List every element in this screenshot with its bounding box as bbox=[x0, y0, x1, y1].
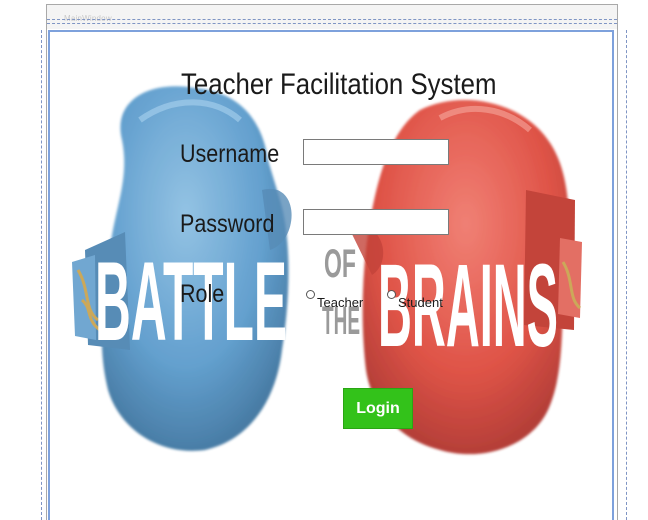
app-title: Teacher Facilitation System bbox=[181, 68, 497, 101]
username-input[interactable] bbox=[303, 139, 449, 165]
guide-line bbox=[626, 30, 627, 520]
teacher-option-label[interactable]: Teacher bbox=[317, 295, 363, 310]
login-button[interactable]: Login bbox=[343, 388, 413, 429]
title-bar bbox=[47, 5, 617, 29]
guide-line bbox=[47, 23, 617, 24]
role-label: Role bbox=[180, 280, 225, 308]
password-label: Password bbox=[180, 210, 275, 238]
guide-line bbox=[41, 30, 42, 520]
username-label: Username bbox=[180, 140, 280, 168]
designer-canvas: MainWindow BATTLE OF THE BRAINS Teacher … bbox=[0, 0, 648, 520]
client-area bbox=[48, 30, 614, 520]
guide-line bbox=[47, 19, 617, 20]
password-input[interactable] bbox=[303, 209, 449, 235]
radio-button-icon[interactable] bbox=[387, 290, 396, 299]
radio-button-icon[interactable] bbox=[306, 290, 315, 299]
student-option-label[interactable]: Student bbox=[398, 295, 443, 310]
